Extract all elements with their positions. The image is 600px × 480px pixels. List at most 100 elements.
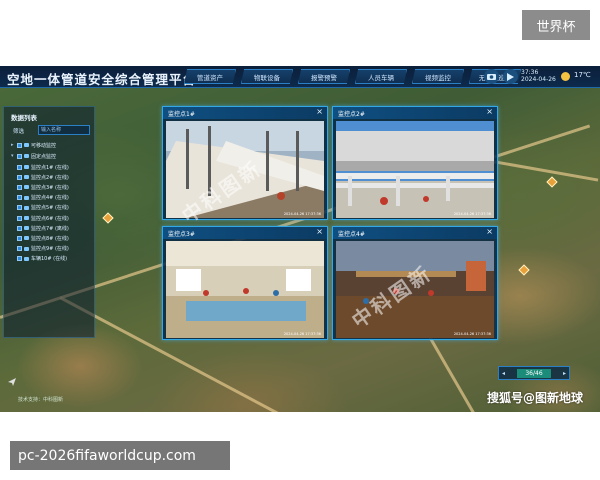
camera-title: 监控点3# <box>168 231 195 238</box>
app-header: 空地一体管道安全综合管理平台 管道资产 物联设备 报警预警 人员车辆 视频监控 … <box>0 66 600 88</box>
tree-item-device[interactable]: 监控点7# (离线) <box>17 223 69 233</box>
tab-video-monitoring[interactable]: 视频监控 <box>412 69 464 84</box>
camera-panel[interactable]: 监控点3# × 2024-04-26 17:37:36 <box>162 226 328 340</box>
tree-item-device[interactable]: 车辆10# (在线) <box>17 254 67 264</box>
tree-item-device[interactable]: 监控点1# (在线) <box>17 162 69 172</box>
checkbox[interactable] <box>17 164 22 170</box>
next-page-button[interactable]: ▸ <box>563 370 566 377</box>
brand-caption: 搜狐号@图新地球 <box>487 391 584 405</box>
camera-title: 监控点4# <box>338 231 365 238</box>
tree-item-device[interactable]: 监控点9# (在线) <box>17 244 69 254</box>
sun-icon <box>561 72 570 81</box>
screenshot-page: 世界杯 空地一体管道安全综合管理平台 管道资产 物联设备 报警预警 人员车辆 视… <box>0 0 600 480</box>
navigation-arrow-icon[interactable] <box>8 378 16 386</box>
checkbox[interactable] <box>17 246 22 252</box>
map-marker-icon[interactable] <box>102 212 114 224</box>
tab-iot-devices[interactable]: 物联设备 <box>241 69 293 84</box>
url-label: pc-2026fifaworldcup.com <box>10 441 230 470</box>
checkbox[interactable] <box>17 195 22 201</box>
tree-item-label: 监控点9# (在线) <box>31 246 69 253</box>
clock-date: 2024-04-26 <box>521 76 556 83</box>
tech-support-text: 技术支持：中科图新 <box>18 397 64 403</box>
camera-header: 监控点1# × <box>163 107 327 119</box>
camera-timestamp: 2024-04-26 17:37:36 <box>453 332 491 336</box>
tree-item-group[interactable]: ▾ 固定点监控 <box>11 151 56 161</box>
close-icon[interactable]: × <box>486 107 493 116</box>
camera-icon[interactable] <box>484 69 499 84</box>
camera-timestamp: 2024-04-26 17:37:36 <box>283 212 321 216</box>
camera-header: 监控点3# × <box>163 227 327 239</box>
tree-item-label: 监控点3# (在线) <box>31 184 69 191</box>
tree-item-label: 监控点4# (在线) <box>31 195 69 202</box>
tree-item-label: 可移动监控 <box>31 142 57 149</box>
play-icon[interactable] <box>503 69 518 84</box>
camera-icon <box>24 143 29 147</box>
top-nav: 管道资产 物联设备 报警预警 人员车辆 视频监控 无人机巡检 <box>184 69 521 84</box>
tree-toggle-icon[interactable]: ▾ <box>11 153 15 159</box>
camera-feed: 2024-04-26 17:37:36 <box>166 241 324 338</box>
tree-item-label: 监控点7# (离线) <box>31 225 69 232</box>
filter-label: 筛选 <box>13 129 25 135</box>
checkbox[interactable] <box>17 235 22 241</box>
map-marker-icon[interactable] <box>546 176 558 188</box>
prev-page-button[interactable]: ◂ <box>502 370 505 377</box>
tree-item-device[interactable]: 监控点5# (在线) <box>17 203 69 213</box>
camera-grid: 监控点1# × 2024-04-26 17:37:36 监控点2# × 2024… <box>158 106 500 344</box>
panel-title: 数据列表 <box>11 114 37 122</box>
close-icon[interactable]: × <box>486 227 493 236</box>
camera-title: 监控点2# <box>338 111 365 118</box>
tree-item-device[interactable]: 监控点8# (在线) <box>17 233 69 243</box>
close-icon[interactable]: × <box>316 107 323 116</box>
tree-toggle-icon[interactable]: ▸ <box>11 142 15 148</box>
checkbox[interactable] <box>17 184 22 190</box>
camera-icon <box>24 226 29 231</box>
tree-item-label: 车辆10# (在线) <box>31 256 68 263</box>
clock-readout: 37:36 2024-04-26 <box>521 69 556 83</box>
camera-pager: ◂ 36/46 ▸ <box>498 366 570 380</box>
camera-header: 监控点2# × <box>333 107 497 119</box>
clock-time: 37:36 <box>521 69 539 76</box>
camera-icon <box>24 185 29 190</box>
camera-icon <box>24 246 29 251</box>
tab-alarm-warning[interactable]: 报警预警 <box>298 69 350 84</box>
camera-panel[interactable]: 监控点2# × 2024-04-26 17:37:36 <box>332 106 498 220</box>
checkbox[interactable] <box>17 256 22 262</box>
app-title: 空地一体管道安全综合管理平台 <box>7 72 197 87</box>
tab-pipeline-assets[interactable]: 管道资产 <box>184 69 236 84</box>
tree-item-label: 监控点2# (在线) <box>31 174 69 181</box>
temperature: 17℃ <box>574 71 591 79</box>
tree-item-device[interactable]: 监控点2# (在线) <box>17 172 69 182</box>
camera-feed: 2024-04-26 17:37:36 <box>336 121 494 218</box>
camera-icon <box>24 256 29 261</box>
data-list-panel: 数据列表 筛选 ▸ 可移动监控 ▾ 固定点监控监控点1# (在线) 监控点2# (在线)… <box>3 106 95 338</box>
camera-icon <box>24 205 29 210</box>
checkbox[interactable] <box>17 225 22 231</box>
search-input[interactable] <box>38 125 90 135</box>
close-icon[interactable]: × <box>316 227 323 236</box>
checkbox[interactable] <box>17 142 22 148</box>
tree-item-label: 固定点监控 <box>31 153 57 160</box>
corner-tag: 世界杯 <box>522 10 590 40</box>
camera-icon <box>24 216 29 220</box>
map-marker-icon[interactable] <box>518 264 530 276</box>
camera-icon <box>24 175 29 180</box>
tree-item-label: 监控点1# (在线) <box>31 164 69 171</box>
camera-icon <box>24 195 29 200</box>
tree-item-label: 监控点8# (在线) <box>31 235 69 242</box>
map-road <box>428 336 492 412</box>
checkbox[interactable] <box>17 174 22 180</box>
tree-item-device[interactable]: 监控点3# (在线) <box>17 182 69 192</box>
camera-icon <box>24 236 29 241</box>
camera-icon <box>24 154 29 158</box>
app-window: 空地一体管道安全综合管理平台 管道资产 物联设备 报警预警 人员车辆 视频监控 … <box>0 66 600 412</box>
tree-item-device[interactable]: 监控点6# (在线) <box>17 213 69 223</box>
tab-personnel-vehicles[interactable]: 人员车辆 <box>355 69 407 84</box>
camera-header: 监控点4# × <box>333 227 497 239</box>
camera-timestamp: 2024-04-26 17:37:36 <box>453 212 491 216</box>
checkbox[interactable] <box>17 205 22 211</box>
tree-item-device[interactable]: 监控点4# (在线) <box>17 193 69 203</box>
checkbox[interactable] <box>17 153 22 159</box>
checkbox[interactable] <box>17 215 22 221</box>
camera-timestamp: 2024-04-26 17:37:36 <box>283 332 321 336</box>
tree-item-group[interactable]: ▸ 可移动监控 <box>11 140 56 150</box>
